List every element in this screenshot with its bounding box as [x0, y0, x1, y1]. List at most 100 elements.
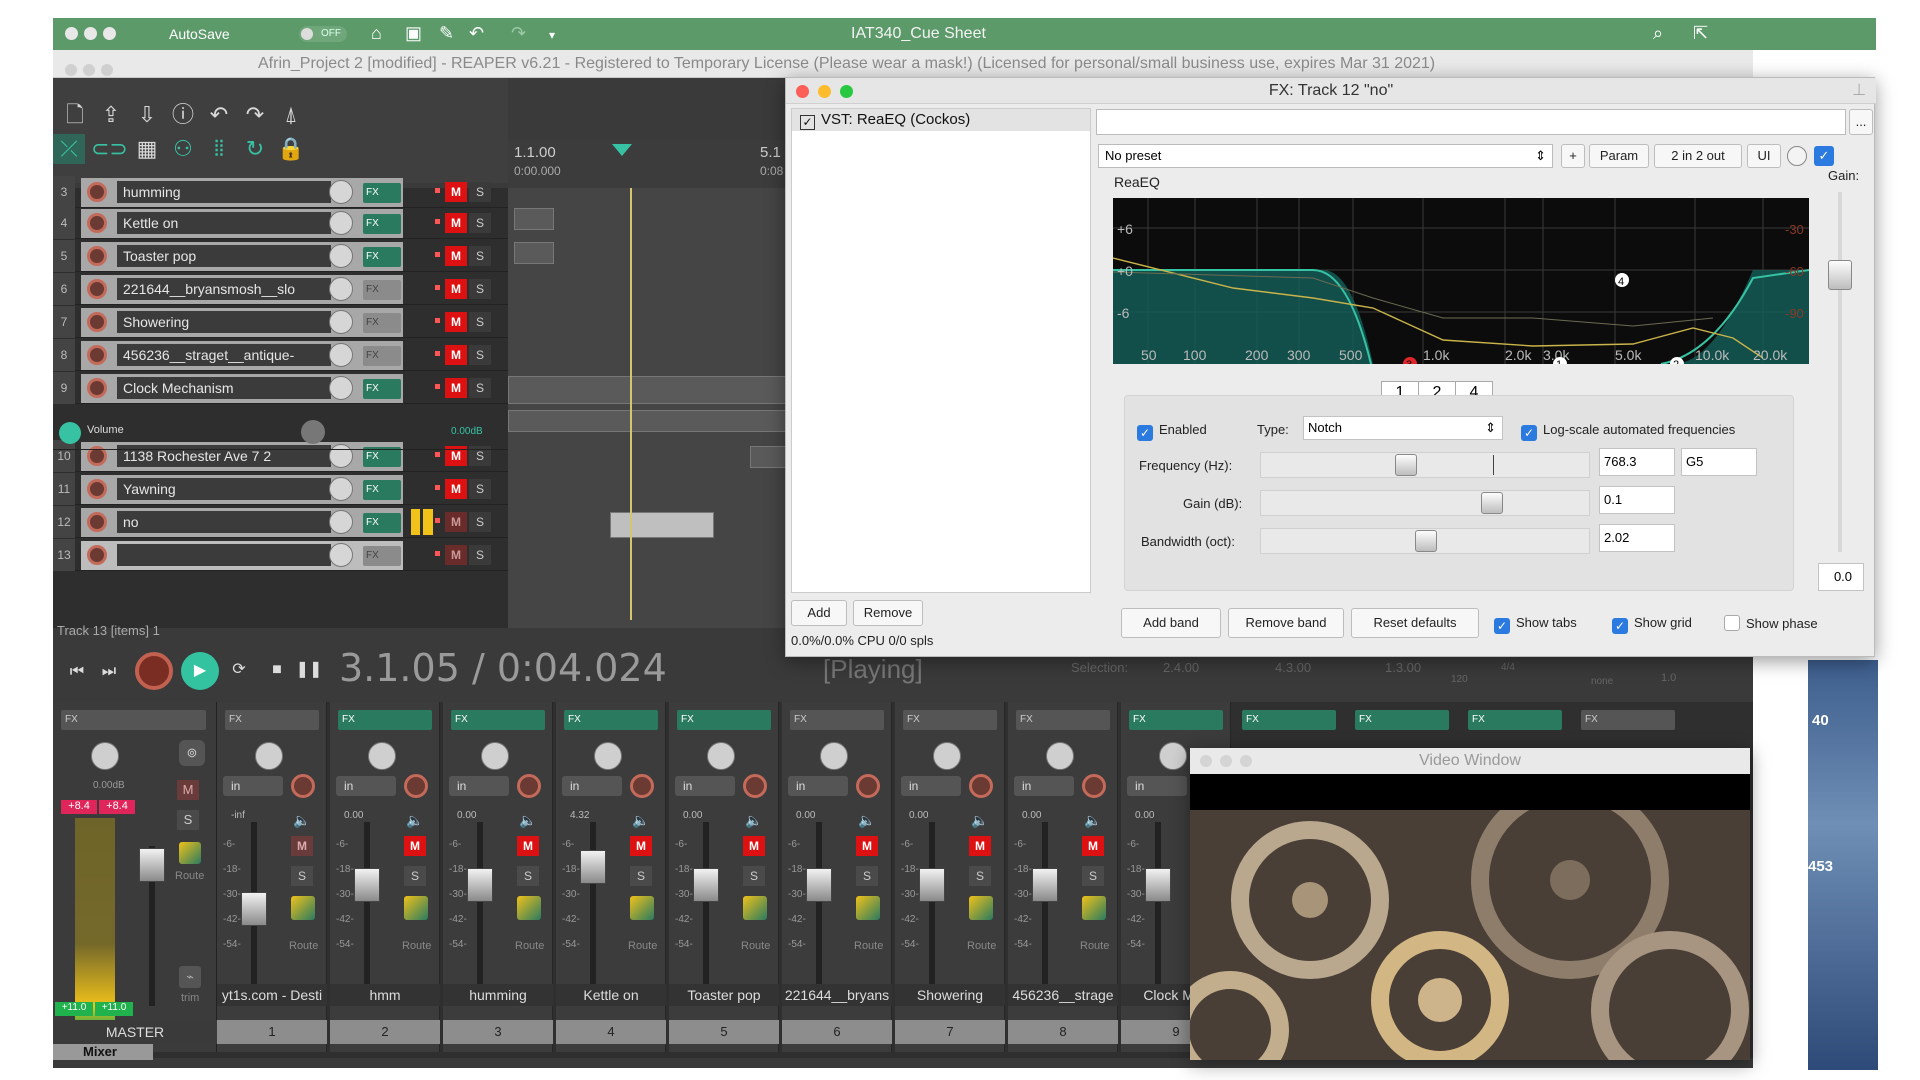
strip-volume-value[interactable]: 0.00 [344, 810, 363, 821]
strip-solo-button[interactable]: S [856, 866, 878, 886]
go-start-button[interactable]: ⏮ [63, 658, 91, 686]
track-name[interactable]: Clock Mechanism [117, 377, 331, 399]
strip-record-arm[interactable] [291, 774, 315, 798]
wet-knob[interactable] [1787, 146, 1807, 166]
strip-mute-button[interactable]: M [743, 836, 765, 856]
record-arm-button[interactable] [87, 279, 107, 299]
strip-fx-button[interactable]: FX [1468, 710, 1562, 730]
strip-record-arm[interactable] [404, 774, 428, 798]
snap-icon[interactable]: ⚇ [167, 134, 199, 164]
track-volume-knob[interactable] [329, 510, 353, 534]
track-row[interactable]: 12 no FX M S [53, 506, 508, 538]
reaper-window-controls[interactable] [65, 58, 119, 77]
strip-solo-button[interactable]: S [743, 866, 765, 886]
record-arm-button[interactable] [87, 545, 107, 565]
record-arm-button[interactable] [87, 345, 107, 365]
strip-pan-knob[interactable] [820, 742, 848, 770]
strip-solo-button[interactable]: S [404, 866, 426, 886]
strip-fx-button[interactable]: FX [1355, 710, 1449, 730]
strip-fader[interactable] [806, 868, 832, 902]
track-mute-button[interactable]: M [445, 312, 467, 332]
strip-fx-button[interactable]: FX [225, 710, 319, 730]
strip-pan-knob[interactable] [1046, 742, 1074, 770]
strip-fader[interactable] [467, 868, 493, 902]
strip-fx-button[interactable]: FX [790, 710, 884, 730]
track-fx-button[interactable]: FX [363, 247, 401, 267]
repeat-button[interactable]: ⟳ [225, 656, 253, 684]
volume-envelope-lane[interactable]: Volume 0.00dB [53, 414, 508, 450]
track-row[interactable]: 3 humming FX M S [53, 176, 508, 208]
route-icon[interactable] [743, 896, 767, 920]
video-window[interactable]: Video Window [1190, 748, 1750, 1060]
track-mute-button[interactable]: M [445, 213, 467, 233]
loop-icon[interactable]: ↻ [239, 134, 271, 164]
track-fx-button[interactable]: FX [363, 379, 401, 399]
track-row[interactable]: 9 Clock Mechanism FX M S [53, 372, 508, 404]
zoom-icon[interactable] [840, 85, 853, 98]
track-fx-button[interactable]: FX [363, 183, 401, 203]
track-fx-button[interactable]: FX [363, 513, 401, 533]
strip-fx-button[interactable]: FX [1016, 710, 1110, 730]
track-volume-knob[interactable] [329, 244, 353, 268]
track-fx-button[interactable]: FX [363, 447, 401, 467]
note-field[interactable]: G5 [1681, 448, 1757, 476]
strip-input-select[interactable]: in [901, 776, 961, 796]
track-solo-button[interactable]: S [469, 378, 491, 398]
track-volume-knob[interactable] [329, 477, 353, 501]
track-mute-button[interactable]: M [445, 545, 467, 565]
track-name[interactable]: Kettle on [117, 212, 331, 234]
track-panel[interactable]: Clock Mechanism FX [81, 374, 403, 403]
customize-icon[interactable]: ▾ [549, 28, 555, 42]
track-panel[interactable]: Toaster pop FX [81, 242, 403, 271]
strip-mute-button[interactable]: M [969, 836, 991, 856]
strip-input-select[interactable]: in [675, 776, 735, 796]
track-fx-button[interactable]: FX [363, 480, 401, 500]
new-project-icon[interactable]: 🗋 [59, 100, 91, 130]
track-name[interactable]: 221644__bryansmosh__slo [117, 278, 331, 300]
track-row[interactable]: 6 221644__bryansmosh__slo FX M S [53, 273, 508, 305]
grid-icon[interactable]: ▦ [131, 134, 163, 164]
route-icon[interactable] [969, 896, 993, 920]
strip-input-select[interactable]: in [1127, 776, 1187, 796]
autosave-toggle[interactable]: OFF [299, 26, 347, 42]
track-volume-knob[interactable] [329, 343, 353, 367]
strip-volume-value[interactable]: 4.32 [570, 810, 589, 821]
strip-pan-knob[interactable] [368, 742, 396, 770]
undo-icon[interactable]: ↶ [469, 23, 484, 44]
remove-fx-button[interactable]: Remove [853, 600, 923, 626]
record-arm-button[interactable] [87, 182, 107, 202]
strip-fx-button[interactable]: FX [564, 710, 658, 730]
fx-name-field[interactable] [1096, 109, 1846, 135]
remove-band-button[interactable]: Remove band [1228, 608, 1344, 638]
master-mute[interactable]: M [177, 780, 199, 800]
track-volume-knob[interactable] [329, 376, 353, 400]
ui-button[interactable]: UI [1747, 144, 1781, 168]
strip-fader[interactable] [580, 850, 606, 884]
record-arm-button[interactable] [87, 378, 107, 398]
none-dropdown[interactable]: none [1591, 676, 1613, 687]
strip-fx-button[interactable]: FX [1129, 710, 1223, 730]
fx-enable-checkbox[interactable]: ✓ [800, 115, 815, 130]
record-arm-button[interactable] [87, 246, 107, 266]
track-solo-button[interactable]: S [469, 312, 491, 332]
track-name[interactable]: 456236__straget__antique- [117, 344, 331, 366]
track-volume-knob[interactable] [329, 180, 353, 204]
more-button[interactable]: ... [1849, 109, 1873, 135]
track-row[interactable]: 11 Yawning FX M S [53, 473, 508, 505]
selection-end[interactable]: 4.3.00 [1275, 660, 1311, 675]
time-grid-icon[interactable]: ⦙⦙ [203, 134, 235, 164]
speaker-icon[interactable]: 🔈 [971, 812, 988, 829]
preset-select[interactable]: No preset ⇕ [1098, 144, 1553, 168]
track-panel[interactable]: FX [81, 541, 403, 570]
record-arm-button[interactable] [87, 213, 107, 233]
strip-pan-knob[interactable] [707, 742, 735, 770]
fx-chain-item[interactable]: ✓ VST: ReaEQ (Cockos) [792, 109, 1090, 131]
record-arm-button[interactable] [87, 312, 107, 332]
type-select[interactable]: Notch ⇕ [1303, 416, 1503, 440]
strip-fx-button[interactable]: FX [677, 710, 771, 730]
minimize-icon[interactable] [1220, 755, 1232, 767]
save-icon[interactable]: ▣ [405, 23, 422, 44]
track-mute-button[interactable]: M [445, 512, 467, 532]
strip-mute-button[interactable]: M [517, 836, 539, 856]
param-button[interactable]: Param [1589, 144, 1649, 168]
